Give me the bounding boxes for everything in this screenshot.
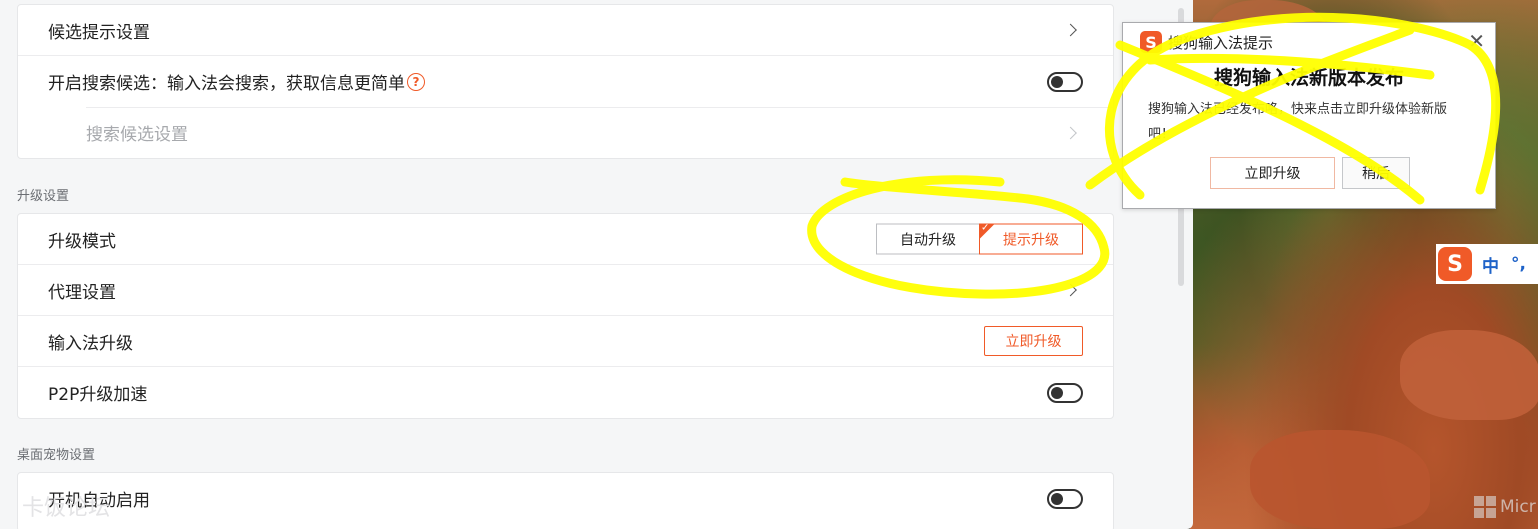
desktop-watermark-text: Micr	[1500, 497, 1536, 517]
upgrade-mode-selector: 自动升级 ✓ 提示升级	[876, 222, 1083, 255]
upgrade-mode-label: 升级模式	[48, 231, 116, 252]
close-icon[interactable]: ✕	[1468, 29, 1485, 53]
popup-title-bar: S 搜狗输入法提示	[1140, 31, 1273, 53]
toggle-knob	[1051, 492, 1063, 505]
upgrade-mode-row: 升级模式 自动升级 ✓ 提示升级	[18, 214, 1113, 265]
pet-autostart-row: 开机自动启用	[18, 473, 1113, 524]
popup-app-name: 搜狗输入法提示	[1168, 33, 1274, 52]
p2p-upgrade-label: P2P升级加速	[48, 385, 148, 405]
settings-panel: 候选提示设置 开启搜索候选：输入法会搜索，获取信息更简单 ? 搜索候选设置 升级…	[0, 0, 1193, 529]
search-candidate-label: 开启搜索候选：输入法会搜索，获取信息更简单	[48, 74, 405, 94]
auto-upgrade-option[interactable]: 自动升级	[876, 223, 980, 255]
toggle-knob	[1051, 386, 1063, 399]
popup-message: 搜狗输入法已经发布咯，快来点击立即升级体验新版吧！	[1148, 102, 1448, 142]
ime-punctuation-indicator[interactable]: °,	[1511, 254, 1526, 274]
upgrade-settings-card: 升级模式 自动升级 ✓ 提示升级 代理设置 输入法升级 立即升级 P2P升级加速	[17, 213, 1114, 419]
candidate-hint-settings-label: 候选提示设置	[48, 22, 150, 43]
p2p-upgrade-toggle[interactable]	[1047, 382, 1083, 403]
proxy-settings-label: 代理设置	[48, 282, 116, 303]
ime-mode-indicator[interactable]: 中	[1482, 252, 1499, 277]
ime-upgrade-label: 输入法升级	[48, 333, 133, 354]
sogou-logo-icon: S	[1140, 31, 1162, 53]
search-candidate-settings-row[interactable]: 搜索候选设置	[18, 107, 1113, 158]
prompt-upgrade-label: 提示升级	[1003, 232, 1059, 248]
popup-upgrade-now-button[interactable]: 立即升级	[1210, 157, 1335, 189]
search-candidate-row: 开启搜索候选：输入法会搜索，获取信息更简单 ?	[18, 56, 1113, 107]
chevron-right-icon	[1064, 23, 1077, 37]
ime-upgrade-row: 输入法升级 立即升级	[18, 316, 1113, 367]
search-candidate-toggle[interactable]	[1047, 71, 1083, 92]
p2p-upgrade-row: P2P升级加速	[18, 367, 1113, 418]
check-icon: ✓	[981, 222, 990, 234]
section-title-desktop-pet: 桌面宠物设置	[17, 448, 96, 463]
chevron-right-icon	[1064, 126, 1077, 139]
upgrade-now-button[interactable]: 立即升级	[984, 326, 1083, 356]
proxy-settings-row[interactable]: 代理设置	[18, 265, 1113, 316]
help-icon[interactable]: ?	[407, 72, 425, 91]
candidate-hint-settings-row[interactable]: 候选提示设置	[18, 5, 1113, 56]
popup-heading: 搜狗输入法新版本发布	[1213, 67, 1404, 89]
forum-watermark: 卡饭论坛	[22, 496, 111, 521]
ime-status-bar[interactable]: S 中 °,	[1436, 244, 1538, 284]
popup-later-button[interactable]: 稍后	[1342, 157, 1410, 189]
windows-logo-icon	[1474, 496, 1496, 518]
chevron-right-icon	[1064, 283, 1077, 297]
pet-autostart-toggle[interactable]	[1047, 488, 1083, 509]
sogou-ime-icon[interactable]: S	[1438, 247, 1472, 281]
toggle-knob	[1051, 75, 1063, 88]
section-title-upgrade: 升级设置	[17, 189, 70, 204]
update-notification-popup: S 搜狗输入法提示 ✕ 搜狗输入法新版本发布 搜狗输入法已经发布咯，快来点击立即…	[1122, 22, 1496, 209]
desktop-pet-card: 开机自动启用	[17, 472, 1114, 529]
search-candidate-settings-label: 搜索候选设置	[86, 125, 188, 145]
candidate-settings-card: 候选提示设置 开启搜索候选：输入法会搜索，获取信息更简单 ? 搜索候选设置	[17, 4, 1114, 159]
prompt-upgrade-option[interactable]: ✓ 提示升级	[979, 222, 1083, 255]
